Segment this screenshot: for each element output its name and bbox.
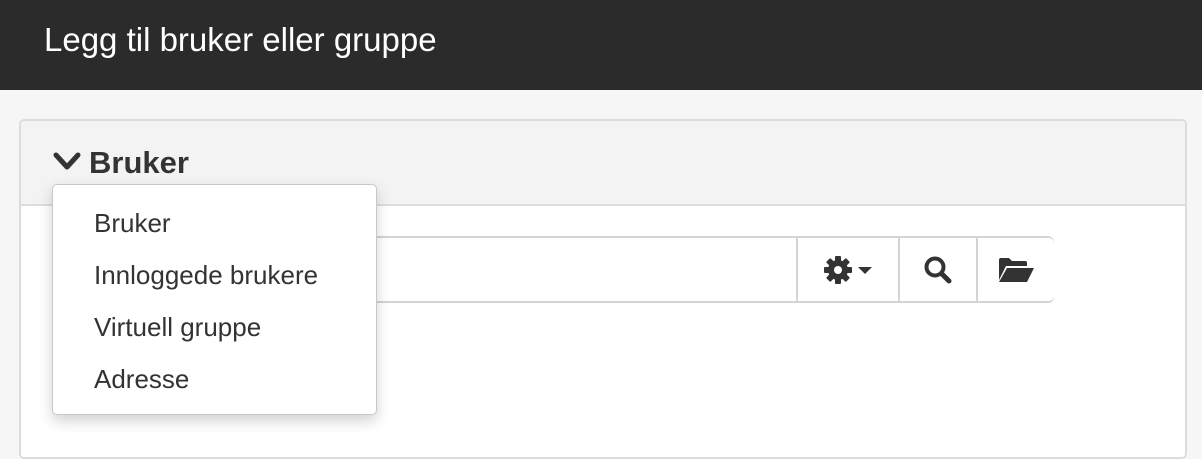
- panel-title: Bruker: [89, 145, 189, 180]
- menu-item-bruker[interactable]: Bruker: [53, 197, 376, 249]
- menu-item-virtuell-gruppe[interactable]: Virtuell gruppe: [53, 301, 376, 353]
- folder-open-icon: [999, 257, 1034, 282]
- caret-down-icon: [858, 266, 872, 274]
- user-type-dropdown-menu: Bruker Innloggede brukere Virtuell grupp…: [52, 184, 377, 415]
- options-dropdown-button[interactable]: [796, 238, 898, 301]
- chevron-down-icon: [53, 152, 81, 170]
- search-button[interactable]: [898, 238, 976, 301]
- dialog-titlebar: Legg til bruker eller gruppe: [0, 0, 1202, 90]
- browse-folder-button[interactable]: [976, 238, 1054, 301]
- menu-item-adresse[interactable]: Adresse: [53, 353, 376, 405]
- search-icon: [924, 256, 952, 283]
- dialog-title: Legg til bruker eller gruppe: [44, 21, 437, 58]
- gear-icon: [824, 255, 852, 284]
- menu-item-innloggede-brukere[interactable]: Innloggede brukere: [53, 249, 376, 301]
